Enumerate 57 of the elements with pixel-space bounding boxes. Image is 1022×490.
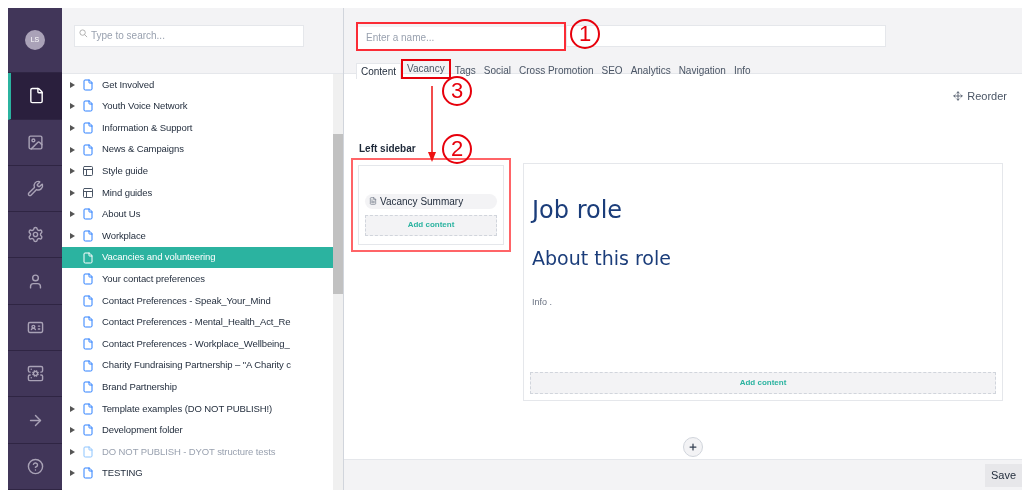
tab[interactable]: SEO [597,62,627,79]
tree-item[interactable]: Development folder [62,419,333,442]
tree-item[interactable]: News & Campaigns [62,138,333,161]
tree-item-label: TESTING [102,466,143,481]
tab[interactable]: Info [729,62,755,79]
tree-item[interactable]: Contact Preferences - Mental_Health_Act_Re [62,311,333,334]
tree-item[interactable]: Contact Preferences - Speak_Your_Mind [62,289,333,312]
tree-item-label: DO NOT PUBLISH - DYOT structure tests [102,444,276,459]
tab[interactable]: Cross Promotion [515,62,598,79]
tree-item-label: Contact Preferences - Speak_Your_Mind [102,293,271,308]
tree-item[interactable]: Information & Support [62,117,333,139]
tree-item-label: Development folder [102,423,183,438]
tree-item[interactable]: Workplace [62,225,333,247]
tree-item[interactable]: Youth Voice Network [62,95,333,118]
annotation-number: 3 [442,76,472,106]
body-text: Info . [532,296,552,309]
subheading: About this role [532,245,671,271]
save-button[interactable]: Save [984,463,1022,487]
tree-item-label: About Us [102,207,141,222]
tree-item-label: Brand Partnership [102,380,177,394]
tree-item-label: Vacancies and volunteering [102,250,216,265]
tree-item[interactable]: Template examples (DO NOT PUBLISH!) [62,397,333,420]
tree-item-label: Workplace [102,228,146,243]
tab[interactable]: Analytics [626,62,675,79]
reorder-button[interactable]: Reorder [953,88,1007,105]
tree-item[interactable]: Charity Fundraising Partnership – "A Charity c [62,354,333,377]
tab[interactable]: Social [479,62,516,79]
tree-item[interactable]: Style guide [62,160,333,182]
tree-item[interactable]: Brand Partnership [62,376,333,398]
section-title: Left sidebar [359,141,416,156]
tab[interactable]: Content [356,62,402,79]
tree-item-label: Style guide [102,164,148,179]
heading: Job role [532,194,623,226]
tree-item-label: Your contact preferences [102,272,205,286]
annotation-number: 1 [570,19,600,49]
tree-item-label: Information & Support [102,120,193,135]
tree-item-label: Contact Preferences - Mental_Health_Act_Re [102,315,291,330]
tree-item[interactable]: About Us [62,203,333,226]
tree-item[interactable]: Mind guides [62,181,333,204]
tree-item[interactable]: Contact Preferences - Workplace_Wellbeing_ [62,333,333,355]
tab[interactable]: Navigation [674,62,730,79]
annotation-number: 2 [442,134,472,164]
tree-item-label: Youth Voice Network [102,99,188,114]
tab[interactable]: Vacancy [403,60,449,77]
tree-item-label: Contact Preferences - Workplace_Wellbeing_ [102,336,290,351]
tree-item[interactable]: TESTING [62,462,333,485]
tree-item[interactable]: Get Involved [62,74,333,96]
tree-item[interactable]: Your contact preferences [62,268,333,290]
tab[interactable]: Tags [450,62,480,79]
tree-item-label: Charity Fundraising Partnership – "A Charity c [102,358,291,373]
name-field[interactable]: Enter a name... [358,26,564,49]
search-field[interactable]: Type to search... [74,24,304,47]
tree-item-label: Get Involved [102,77,155,92]
tree-item-label: News & Campaigns [102,142,184,157]
tree-item-label: Mind guides [102,185,153,200]
content-block[interactable]: Vacancy Summary [365,193,497,209]
tree-item-label: Template examples (DO NOT PUBLISH!) [102,401,272,416]
